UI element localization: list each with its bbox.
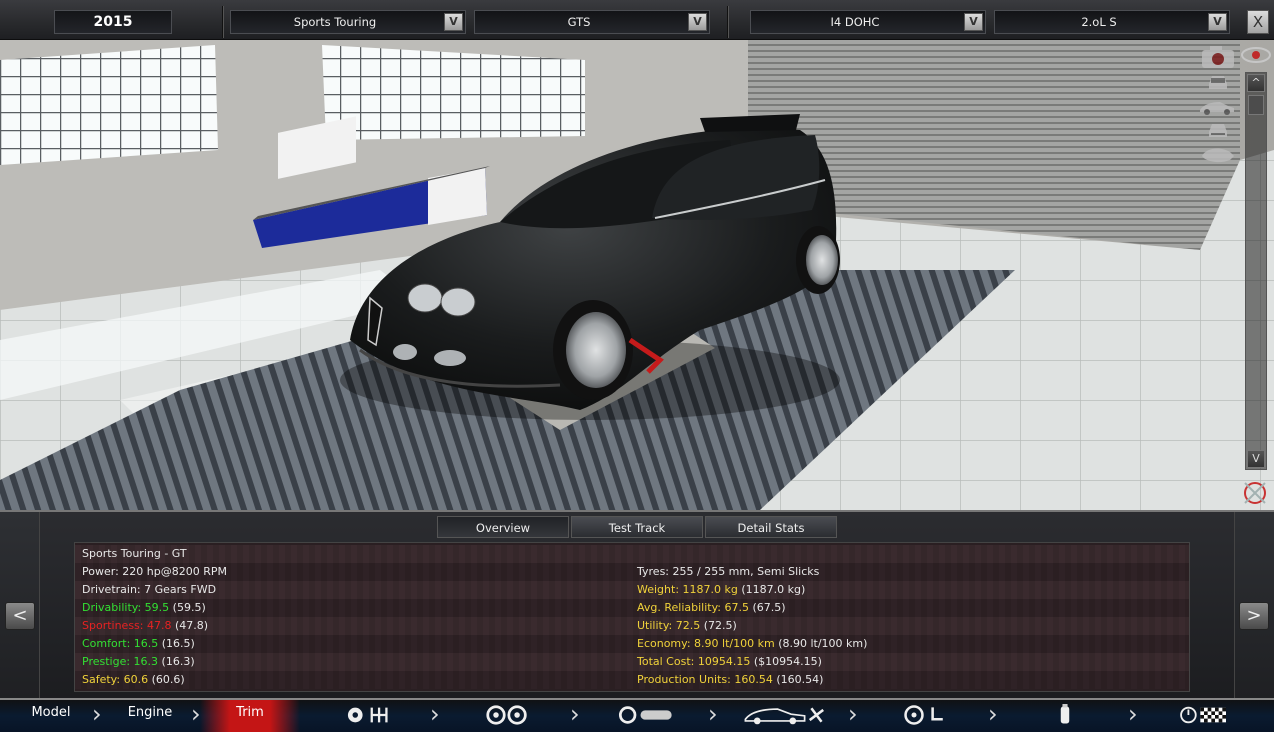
comfort-stat: Comfort: 16.5 (16.5) [82, 637, 195, 650]
chevron-right-icon: › [430, 700, 440, 728]
tab-overview[interactable]: Overview [437, 516, 569, 538]
chevron-down-icon[interactable]: V [1208, 13, 1227, 31]
engine-size-label: 2.oL S [1081, 15, 1117, 29]
chevron-right-icon: › [848, 700, 858, 728]
wheels-icon[interactable] [484, 704, 530, 726]
power-stat: Power: 220 hp@8200 RPM [82, 565, 227, 578]
nav-trim[interactable]: Trim [200, 700, 300, 732]
stats-row: Power: 220 hp@8200 RPM Tyres: 255 / 255 … [75, 563, 1189, 581]
engine-layout-label: I4 DOHC [830, 15, 880, 29]
reset-view-icon[interactable] [1240, 480, 1270, 506]
designer-nav: Model › Engine › Trim › › › › › › [0, 698, 1274, 732]
stats-row: Comfort: 16.5 (16.5) Economy: 8.90 lt/10… [75, 635, 1189, 653]
stats-row: Prestige: 16.3 (16.3) Total Cost: 10954.… [75, 653, 1189, 671]
stats-row: Sportiness: 47.8 (47.8) Utility: 72.5 (7… [75, 617, 1189, 635]
car-front-view-icon[interactable] [1205, 72, 1231, 92]
tab-detail-stats[interactable]: Detail Stats [705, 516, 837, 538]
sportiness-stat: Sportiness: 47.8 (47.8) [82, 619, 209, 632]
stats-row: Drivability: 59.5 (59.5) Avg. Reliabilit… [75, 599, 1189, 617]
garage-scene [0, 40, 1274, 510]
economy-stat: Economy: 8.90 lt/100 km (8.90 lt/100 km) [637, 637, 868, 650]
engine-size-dropdown[interactable]: 2.oL S V [994, 10, 1230, 34]
drivetrain-stat: Drivetrain: 7 Gears FWD [82, 583, 217, 596]
year-display[interactable]: 2015 [54, 10, 172, 34]
drivability-stat: Drivability: 59.5 (59.5) [82, 601, 206, 614]
close-button[interactable]: X [1247, 10, 1269, 34]
suspension-icon[interactable] [614, 704, 678, 726]
chevron-right-icon: › [708, 700, 718, 728]
interior-icon[interactable] [900, 704, 950, 726]
left-column: < [0, 512, 40, 698]
chevron-down-icon[interactable]: V [964, 13, 983, 31]
prestige-stat: Prestige: 16.3 (16.3) [82, 655, 195, 668]
chevron-down-icon[interactable]: V [444, 13, 463, 31]
gearbox-icon[interactable] [344, 704, 394, 726]
trim-dropdown[interactable]: GTS V [474, 10, 710, 34]
top-bar: 2015 Sports Touring V GTS V I4 DOHC V 2.… [0, 0, 1274, 40]
chevron-down-icon[interactable]: V [688, 13, 707, 31]
utility-stat: Utility: 72.5 (72.5) [637, 619, 737, 632]
chevron-right-icon: › [1128, 700, 1138, 728]
chevron-right-icon: › [570, 700, 580, 728]
overview-stats: Sports Touring - GT Power: 220 hp@8200 R… [74, 542, 1190, 692]
model-family-label: Sports Touring [293, 15, 377, 29]
right-column: > [1234, 512, 1274, 698]
view-scrollbar[interactable]: ^ V [1245, 72, 1267, 470]
safety-equipment-icon[interactable] [1052, 704, 1078, 726]
scroll-up-button[interactable]: ^ [1247, 74, 1265, 92]
stats-row: Safety: 60.6 (60.6) Production Units: 16… [75, 671, 1189, 689]
production-units-stat: Production Units: 160.54 (160.54) [637, 673, 824, 686]
car-rear-view-icon[interactable] [1205, 120, 1231, 140]
camera-icon[interactable] [1200, 44, 1236, 70]
body-aero-icon[interactable] [736, 704, 836, 726]
car-top-view-icon[interactable] [1200, 144, 1236, 166]
prev-button[interactable]: < [5, 602, 35, 630]
safety-stat: Safety: 60.6 (60.6) [82, 673, 185, 686]
weight-stat: Weight: 1187.0 kg (1187.0 kg) [637, 583, 806, 596]
model-family-dropdown[interactable]: Sports Touring V [230, 10, 466, 34]
engine-layout-dropdown[interactable]: I4 DOHC V [750, 10, 986, 34]
car-side-view-icon[interactable] [1198, 98, 1236, 116]
stats-panel: < > Overview Test Track Detail Stats Spo… [0, 510, 1274, 698]
nav-model[interactable]: Model [14, 700, 88, 732]
stats-row: Drivetrain: 7 Gears FWD Weight: 1187.0 k… [75, 581, 1189, 599]
scroll-down-button[interactable]: V [1247, 450, 1265, 468]
car-viewport[interactable]: ^ V [0, 40, 1274, 510]
scroll-thumb[interactable] [1248, 95, 1264, 115]
car-title: Sports Touring - GT [82, 547, 187, 560]
chevron-right-icon: › [988, 700, 998, 728]
stats-row: Sports Touring - GT [75, 545, 1189, 563]
chevron-right-icon: › [92, 700, 102, 728]
trim-label: GTS [567, 15, 591, 29]
next-button[interactable]: > [1239, 602, 1269, 630]
tyres-stat: Tyres: 255 / 255 mm, Semi Slicks [637, 565, 820, 578]
divider [222, 6, 224, 38]
test-drive-flag-icon[interactable] [1176, 704, 1232, 726]
reliability-stat: Avg. Reliability: 67.5 (67.5) [637, 601, 786, 614]
divider [727, 6, 729, 38]
total-cost-stat: Total Cost: 10954.15 ($10954.15) [637, 655, 822, 668]
eye-icon[interactable] [1240, 44, 1272, 66]
tab-test-track[interactable]: Test Track [571, 516, 703, 538]
nav-engine[interactable]: Engine [112, 700, 188, 732]
